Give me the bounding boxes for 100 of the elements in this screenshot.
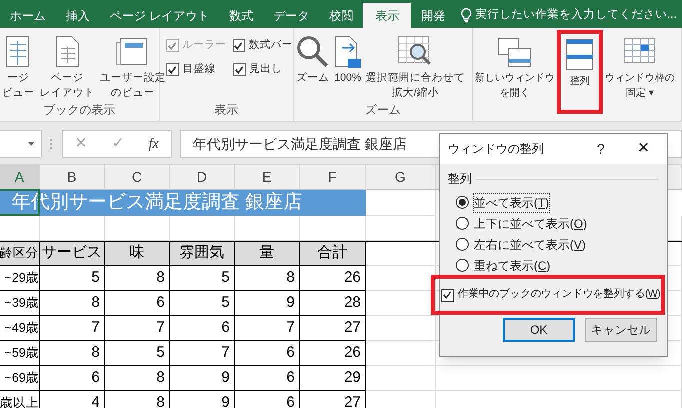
table-cell-text: 歳以上 xyxy=(0,394,39,408)
table-cell-text: 8 xyxy=(92,292,100,313)
table-header-cell-text: 味 xyxy=(130,243,144,264)
ribbon-button[interactable]: 整列 xyxy=(557,30,603,114)
ribbon-button[interactable]: ズーム xyxy=(294,31,332,101)
ribbon-tab[interactable]: ホーム xyxy=(0,3,56,28)
checkbox-box[interactable] xyxy=(232,63,246,76)
insert-function-icon[interactable]: fx xyxy=(148,134,159,154)
checkbox-box[interactable] xyxy=(441,288,454,302)
table-cell-text: ~49歳 xyxy=(4,320,39,337)
ribbon-button[interactable]: 新しいウィンドウ を開く xyxy=(473,31,557,121)
ribbon-tab[interactable]: 数式 xyxy=(219,3,264,28)
ribbon-button[interactable]: ページ レイアウト xyxy=(38,31,97,101)
table-cell-text: 9 xyxy=(222,392,230,408)
table-header-cell-text: 齢区分 xyxy=(0,245,39,262)
table-cell-text: 26 xyxy=(344,268,361,288)
table-cell-text: 5 xyxy=(92,268,100,288)
table-cell-text: 7 xyxy=(286,318,295,338)
dialog-button[interactable]: キャンセル xyxy=(585,318,657,342)
ribbon-tab[interactable]: 表示 xyxy=(363,3,412,28)
ribbon-checkbox[interactable]: 数式バー xyxy=(232,38,293,54)
ribbon-tab[interactable]: 校閲 xyxy=(319,3,364,28)
page-100-icon xyxy=(334,35,362,69)
checkmark-icon xyxy=(234,66,244,74)
table-cell-text: 26 xyxy=(344,342,361,363)
checkmark-icon xyxy=(168,42,177,50)
dropdown-icon[interactable] xyxy=(28,142,35,146)
column-header[interactable]: F xyxy=(328,166,337,188)
table-cell-text: 6 xyxy=(286,342,295,363)
ribbon-button[interactable]: ージ ビュー xyxy=(0,31,37,101)
radio-option[interactable]: 上下に並べて表示(O) xyxy=(448,213,659,234)
table-cell-text: ~69歳 xyxy=(4,370,39,387)
table-cell-text: 7 xyxy=(92,318,100,338)
table-cell-text: 6 xyxy=(222,318,230,338)
ribbon-checkbox[interactable]: 目盛線 xyxy=(166,62,226,78)
ribbon-button[interactable]: ユーザー設定 のビュー xyxy=(98,31,168,101)
radio-option[interactable]: 並べて表示(T) xyxy=(448,192,659,213)
ribbon-tab[interactable]: 開発 xyxy=(411,3,456,28)
checkbox-box[interactable] xyxy=(166,63,179,76)
table-cell-text: ~39歳 xyxy=(4,294,39,312)
table-cell-text: 9 xyxy=(222,368,230,388)
table-cell-text: 6 xyxy=(92,368,100,388)
group-label: 表示 xyxy=(214,102,240,119)
help-button[interactable]: ? xyxy=(581,138,621,160)
table-cell-text: 8 xyxy=(286,268,295,288)
table-cell-text: 27 xyxy=(344,318,361,338)
column-header[interactable]: E xyxy=(262,166,272,188)
column-header[interactable]: G xyxy=(395,166,406,188)
checkmark-icon xyxy=(168,66,177,74)
checkbox-option[interactable]: 作業中のブックのウィンドウを整列する(W) xyxy=(431,275,665,315)
table-header-cell-text: 量 xyxy=(260,243,274,264)
ribbon-tab[interactable]: 挿入 xyxy=(56,3,100,28)
dialog-button[interactable]: OK xyxy=(503,318,575,342)
ribbon-tab[interactable]: データ xyxy=(263,3,320,28)
radio-option[interactable]: 左右に並べて表示(V) xyxy=(448,234,659,255)
table-cell-text: 6 xyxy=(286,392,295,408)
table-header-cell-text: 雰囲気 xyxy=(180,243,224,264)
page-layout-icon xyxy=(54,35,80,69)
table-cell-text: 8 xyxy=(156,368,165,388)
lightbulb-icon xyxy=(461,8,472,23)
tell-me-field[interactable]: 実行したい作業を入力してください... xyxy=(475,6,677,24)
arrange-icon xyxy=(565,38,595,72)
radio-button[interactable] xyxy=(456,238,469,251)
table-cell-text: 6 xyxy=(286,368,295,388)
column-header[interactable]: B xyxy=(67,166,77,188)
table-cell-text: 4 xyxy=(92,392,100,408)
group-label: 整列 xyxy=(448,171,472,188)
table-cell-text: 8 xyxy=(156,392,165,408)
table-cell-text: 7 xyxy=(156,318,165,338)
radio-button[interactable] xyxy=(456,217,469,230)
checkbox-box[interactable] xyxy=(232,39,245,52)
table-cell-text: 9 xyxy=(286,292,295,313)
table-cell-text: 8 xyxy=(156,268,165,288)
close-button[interactable]: ✕ xyxy=(621,138,667,160)
table-cell-text: 28 xyxy=(344,292,361,313)
group-label: ブックの表示 xyxy=(42,102,116,119)
table-cell-text: ~59歳 xyxy=(4,344,39,362)
table-cell-text: ~29歳 xyxy=(4,270,39,287)
table-cell-text: 7 xyxy=(222,342,230,363)
radio-button[interactable] xyxy=(456,196,469,209)
checkmark-icon xyxy=(443,291,452,299)
table-cell-text: 27 xyxy=(344,392,361,408)
table-cell-text: 8 xyxy=(92,342,100,363)
table-cell-text: 6 xyxy=(156,292,165,313)
table-cell-text: 5 xyxy=(222,292,230,313)
ribbon-button[interactable]: 選択範囲に合わせて 拡大/縮小 xyxy=(364,31,467,101)
ribbon-tab[interactable]: ページ レイアウト xyxy=(100,3,220,28)
ribbon-button[interactable]: 100% xyxy=(332,31,364,101)
column-header[interactable]: C xyxy=(132,166,142,188)
table-header-cell-text: 合計 xyxy=(318,243,348,264)
table-cell-text: 5 xyxy=(156,342,165,363)
ribbon-button[interactable]: ウィンドウ枠の 固定 ▾ xyxy=(603,31,677,121)
table-cell-text: 5 xyxy=(222,268,230,288)
ribbon-checkbox[interactable]: 見出し xyxy=(232,62,293,78)
radio-option[interactable]: 重ねて表示(C) xyxy=(448,255,659,276)
magnifier-icon xyxy=(296,35,330,69)
table-header-cell-text: サービス xyxy=(42,243,102,264)
column-header[interactable]: D xyxy=(196,166,208,188)
radio-button[interactable] xyxy=(456,259,469,272)
checkmark-icon xyxy=(234,42,244,50)
